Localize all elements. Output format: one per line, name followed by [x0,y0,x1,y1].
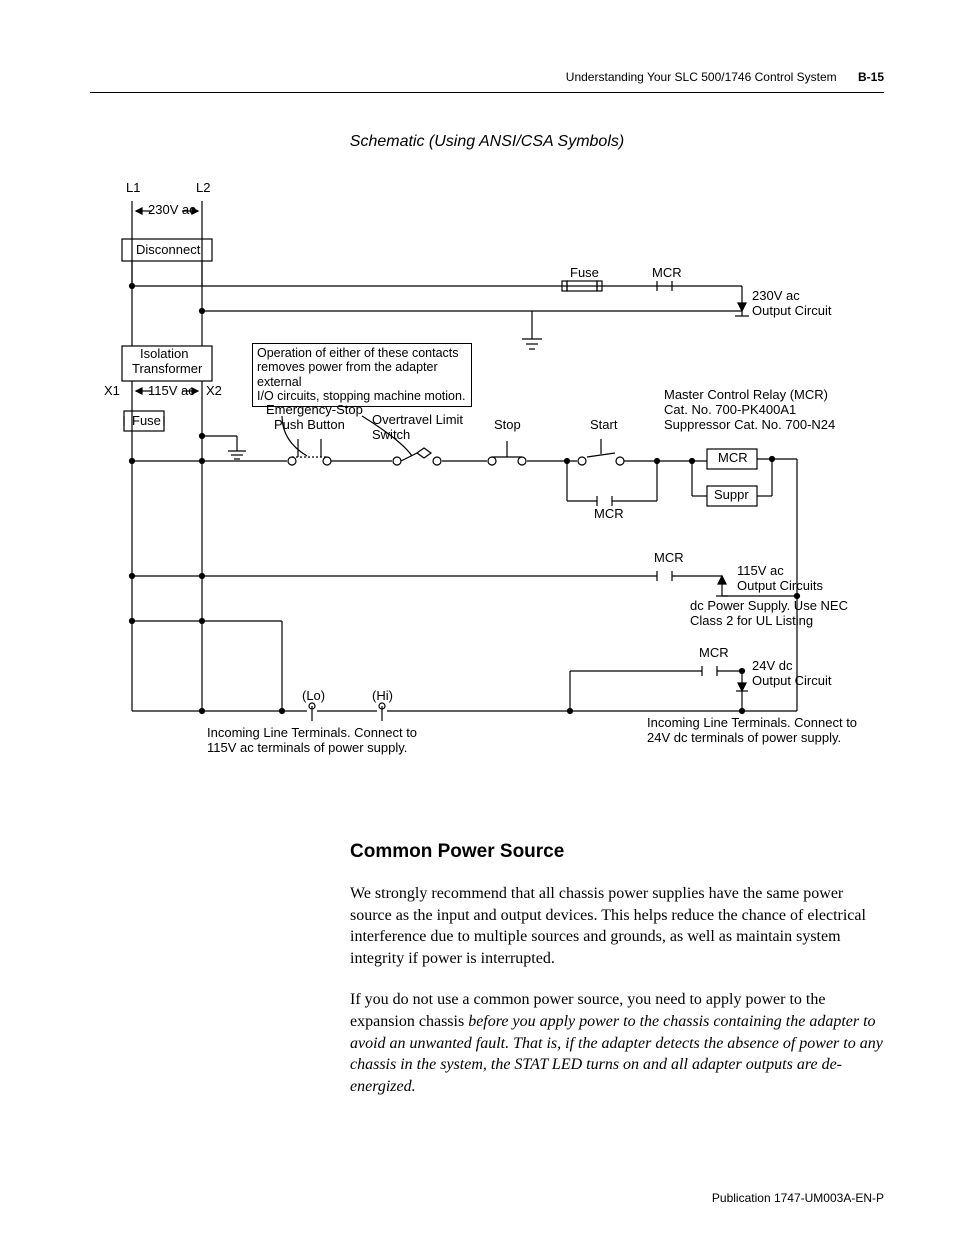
page-number: B-15 [858,70,884,84]
page-header: Understanding Your SLC 500/1746 Control … [90,70,884,84]
label-x1: X1 [104,384,120,399]
opnote-line-1: Operation of either of these contacts [257,346,459,360]
label-dcps-2: Class 2 for UL Listing [690,614,813,629]
label-mcr-top: MCR [652,266,682,281]
label-lo: (Lo) [302,689,325,704]
schematic-diagram: L1 L2 230V ac Disconnect Fuse MCR 230V a… [102,181,872,781]
label-start: Start [590,418,617,433]
label-fuse-top: Fuse [570,266,599,281]
label-mcr-info-3: Suppressor Cat. No. 700-N24 [664,418,835,433]
label-230-out-2: Output Circuit [752,304,831,319]
label-stop: Stop [494,418,521,433]
body-text: Common Power Source We strongly recommen… [350,841,884,1097]
label-mcr-low: MCR [699,646,729,661]
label-inc115-2: 115V ac terminals of power supply. [207,741,407,756]
label-115out-1: 115V ac [737,564,784,579]
label-24out-1: 24V dc [752,659,792,674]
paragraph-2: If you do not use a common power source,… [350,989,884,1097]
label-disconnect: Disconnect [136,243,200,258]
label-115out-2: Output Circuits [737,579,823,594]
label-l1: L1 [126,181,140,196]
section-title: Understanding Your SLC 500/1746 Control … [566,70,837,84]
label-inc115-1: Incoming Line Terminals. Connect to [207,726,417,741]
publication-footer: Publication 1747-UM003A-EN-P [712,1191,884,1205]
label-mcr-box: MCR [718,451,748,466]
label-ovt-2: Switch [372,428,410,443]
label-x2: X2 [206,384,222,399]
label-suppr-box: Suppr [714,488,749,503]
diagram-caption: Schematic (Using ANSI/CSA Symbols) [90,133,884,151]
header-rule [90,92,884,93]
paragraph-1: We strongly recommend that all chassis p… [350,883,884,969]
label-iso-2: Transformer [132,362,202,377]
opnote-line-2: removes power from the adapter external [257,360,438,388]
label-ovt-1: Overtravel Limit [372,413,463,428]
operation-note-box: Operation of either of these contacts re… [252,343,472,407]
label-mcr-info-1: Master Control Relay (MCR) [664,388,828,403]
label-iso-1: Isolation [140,347,188,362]
label-estop-1: Emergency-Stop [266,403,363,418]
label-115vac: 115V ac [148,384,195,399]
label-230-out-1: 230V ac [752,289,800,304]
label-dcps-1: dc Power Supply. Use NEC [690,599,848,614]
label-230vac: 230V ac [148,203,196,218]
label-24out-2: Output Circuit [752,674,831,689]
label-inc24-1: Incoming Line Terminals. Connect to [647,716,857,731]
label-mcr-contact: MCR [594,507,624,522]
label-l2: L2 [196,181,210,196]
label-mcr-mid: MCR [654,551,684,566]
label-hi: (Hi) [372,689,393,704]
section-heading: Common Power Source [350,841,884,863]
label-inc24-2: 24V dc terminals of power supply. [647,731,841,746]
label-estop-2: Push Button [274,418,345,433]
label-mcr-info-2: Cat. No. 700-PK400A1 [664,403,796,418]
label-fuse: Fuse [132,414,161,429]
